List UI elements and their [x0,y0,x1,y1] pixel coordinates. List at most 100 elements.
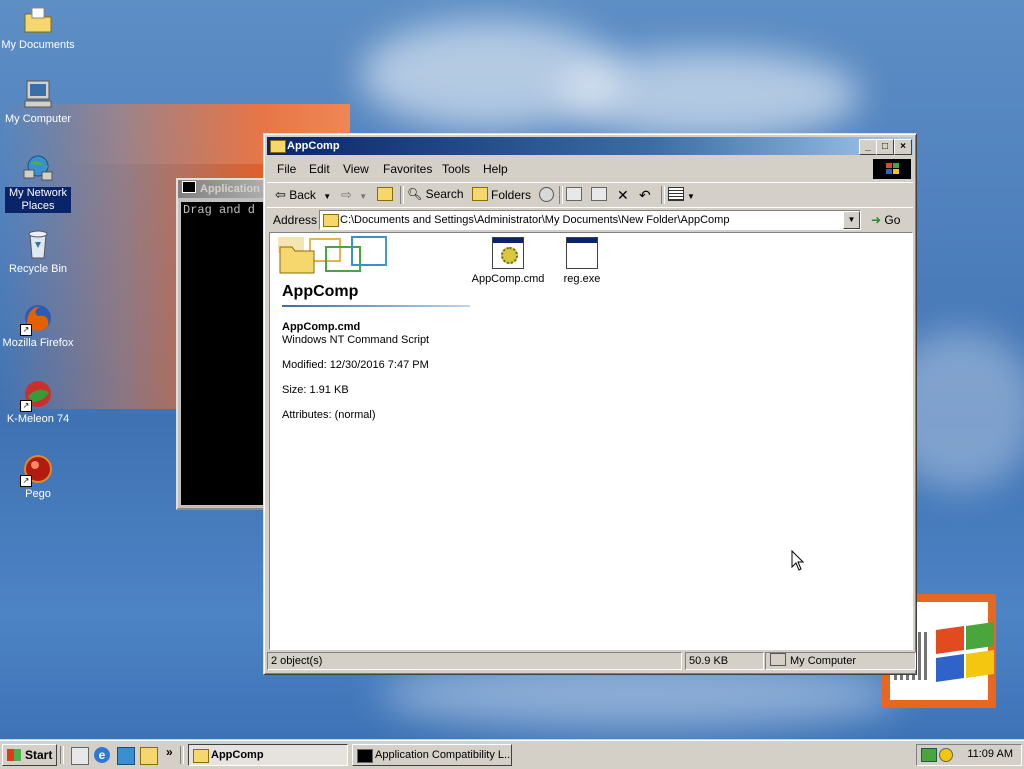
go-label: Go [884,213,901,227]
address-input[interactable]: C:\Documents and Settings\Administrator\… [319,210,861,230]
desktop-icon-label: My Network Places [5,187,71,213]
k-meleon-icon: ↗ [20,378,54,412]
explorer-quicklaunch-icon[interactable] [140,747,158,765]
menu-help[interactable]: Help [483,162,508,176]
delete-button[interactable]: ✕ [617,187,629,204]
desktop-icon-label: Pego [25,488,51,500]
desktop-icon-label: My Computer [4,113,72,125]
history-button[interactable] [539,187,554,205]
copy-to-button[interactable] [591,187,610,202]
forward-button[interactable]: ⇨ ▼ [341,187,367,203]
folder-title: AppComp [282,283,359,300]
desktop-icon-my-network-places[interactable]: My Network Places [0,152,76,213]
executable-icon [566,237,598,269]
clock[interactable]: 11:09 AM [967,748,1013,760]
selected-file-type: Windows NT Command Script [282,334,430,346]
taskbar-button-console[interactable]: Application Compatibility L... [352,744,512,766]
chevron-down-icon: ▼ [323,192,332,201]
folders-label: Folders [491,188,532,202]
explorer-titlebar[interactable]: AppComp _ □ × [267,137,913,155]
computer-icon [22,78,54,110]
search-label: Search [425,187,464,201]
toolbar-separator [661,186,665,204]
search-button[interactable]: 🔍︎ Search [407,187,464,201]
speaker-tray-icon[interactable] [939,748,953,762]
folder-icon [22,4,54,36]
desktop-icon-label: Mozilla Firefox [2,337,74,349]
mouse-cursor-icon [791,550,805,571]
address-bar: Address C:\Documents and Settings\Admini… [267,207,913,232]
copy-to-icon [591,187,607,201]
go-button[interactable]: ➜ Go [871,213,900,227]
menu-file[interactable]: File [277,162,296,176]
windows-flag-icon [7,749,21,761]
selected-file-modified: Modified: 12/30/2016 7:47 PM [282,359,429,371]
window-title: AppComp [287,140,340,152]
menu-view[interactable]: View [343,162,369,176]
windows-throbber-icon [873,159,911,179]
desktop-icon-mozilla-firefox[interactable]: ↗ Mozilla Firefox [0,302,76,350]
desktop-icon-k-meleon[interactable]: ↗ K-Meleon 74 [0,378,76,426]
menu-edit[interactable]: Edit [309,162,330,176]
folders-icon [472,187,488,201]
menu-bar: File Edit View Favorites Tools Help [267,158,913,180]
quicklaunch-chevron-icon[interactable]: » [166,745,173,759]
status-bar: 2 object(s) 50.9 KB My Computer [267,651,916,670]
console-icon [182,181,196,193]
chevron-down-icon: ▼ [687,192,695,201]
selected-file-attributes: Attributes: (normal) [282,409,376,421]
move-to-button[interactable] [566,187,585,202]
taskbar: Start e » AppComp Application Compatibil… [0,740,1024,769]
menu-tools[interactable]: Tools [442,162,470,176]
address-dropdown-button[interactable]: ▼ [843,211,860,229]
delete-icon: ✕ [617,187,629,203]
show-desktop-icon[interactable] [71,747,89,765]
task-label: AppComp [211,749,264,761]
maximize-button[interactable]: □ [876,139,894,155]
shortcut-arrow-icon: ↗ [20,475,32,487]
folder-banner-graphic [270,233,470,283]
back-label: Back [289,188,316,202]
batch-file-icon [492,237,524,269]
menu-favorites[interactable]: Favorites [383,162,432,176]
firefox-icon: ↗ [20,302,54,336]
up-folder-button[interactable] [377,187,396,202]
desktop-icon-label: Recycle Bin [8,263,68,275]
undo-button[interactable]: ↶ [639,187,651,204]
start-button[interactable]: Start [2,744,57,766]
views-button[interactable]: ▼ [668,187,695,202]
explorer-window[interactable]: AppComp _ □ × File Edit View Favorites T… [263,133,917,675]
folders-button[interactable]: Folders [472,187,531,202]
folder-icon [193,749,209,763]
flag-yellow [966,650,994,678]
forward-arrow-icon: ⇨ [341,187,352,202]
network-icon [22,152,54,184]
network-tray-icon[interactable] [921,748,937,762]
recycle-bin-icon [22,228,54,260]
file-item[interactable]: reg.exe [542,237,622,285]
folder-content-pane[interactable]: AppComp AppComp.cmd Windows NT Command S… [269,232,913,650]
file-item[interactable]: AppComp.cmd [468,237,548,285]
desktop-icon-my-documents[interactable]: My Documents [0,4,76,52]
back-button[interactable]: ⇦ Back ▼ [275,187,331,203]
toolbar-separator [400,186,404,204]
flag-blue [936,654,964,682]
outlook-express-icon[interactable] [117,747,135,765]
address-value: C:\Documents and Settings\Administrator\… [340,214,730,226]
desktop-icon-pego[interactable]: ↗ Pego [0,453,76,501]
minimize-button[interactable]: _ [859,139,877,155]
desktop-icon-label: My Documents [1,39,75,51]
chevron-down-icon: ▼ [359,192,368,201]
file-name: AppComp.cmd [471,273,545,285]
taskbar-button-appcomp[interactable]: AppComp [188,744,348,766]
console-screen[interactable]: Drag and d [181,202,275,505]
close-button[interactable]: × [894,139,912,155]
shortcut-arrow-icon: ↗ [20,324,32,336]
file-name: reg.exe [563,273,601,285]
internet-explorer-icon[interactable]: e [94,747,110,763]
desktop-icon-recycle-bin[interactable]: Recycle Bin [0,228,76,276]
desktop-icon-my-computer[interactable]: My Computer [0,78,76,126]
start-label: Start [25,748,53,762]
toolbar-separator [559,186,563,204]
history-icon [539,187,554,202]
